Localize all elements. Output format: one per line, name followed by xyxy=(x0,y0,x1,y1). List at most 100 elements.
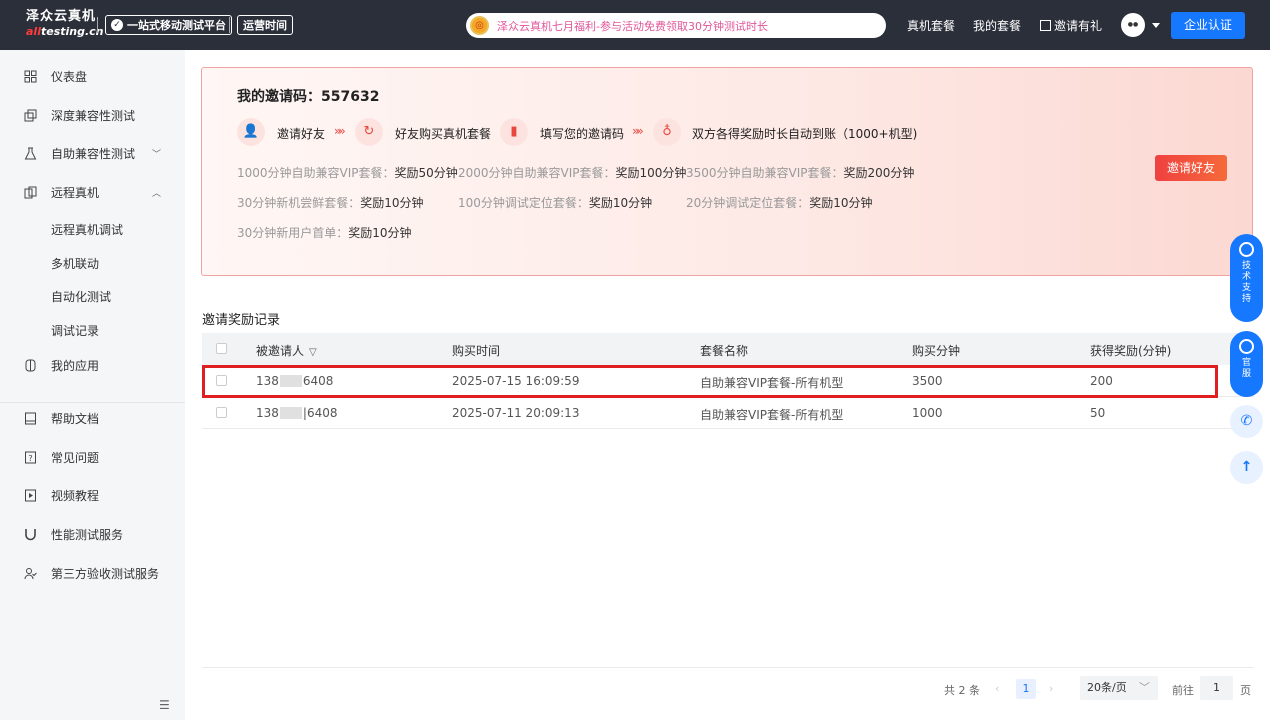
column-header: 购买时间 xyxy=(452,344,501,358)
reward-item: 2000分钟自助兼容VIP套餐：奖励100分钟 xyxy=(458,166,687,180)
page-size-select[interactable]: 20条/页 ﹀ xyxy=(1080,676,1158,700)
row-checkbox[interactable] xyxy=(216,407,227,418)
package-name: 自助兼容VIP套餐-所有机型 xyxy=(700,408,844,422)
reward-item: 3500分钟自助兼容VIP套餐：奖励200分钟 xyxy=(686,166,915,180)
goto-label: 前往 xyxy=(1172,684,1194,697)
prev-page-icon[interactable]: ‹ xyxy=(995,682,999,695)
column-header: 购买分钟 xyxy=(912,344,961,358)
sidebar-item-my-apps[interactable]: 我的应用 xyxy=(0,350,185,380)
chevron-down-icon[interactable] xyxy=(1152,23,1160,28)
svg-text:?: ? xyxy=(28,454,32,463)
layers-icon xyxy=(24,109,37,121)
money-bag-icon: ♁ xyxy=(653,118,681,146)
magnet-icon xyxy=(25,528,36,540)
flask-icon xyxy=(24,147,37,159)
goto-page-input[interactable]: 1 xyxy=(1200,676,1233,700)
table-row[interactable]: 138 |6408 2025-07-11 20:09:13 自助兼容VIP套餐-所… xyxy=(202,397,1254,429)
reward-item: 1000分钟自助兼容VIP套餐：奖励50分钟 xyxy=(237,166,458,180)
step-invite: 邀请好友 xyxy=(277,127,326,141)
invite-code: 我的邀请码：557632 xyxy=(237,89,380,105)
gift-icon xyxy=(1040,20,1051,31)
nav-my-plans[interactable]: 我的套餐 xyxy=(973,17,1021,34)
back-to-top-icon[interactable]: ↑ xyxy=(1230,451,1263,484)
sidebar-item-help-docs[interactable]: 帮助文档 xyxy=(0,403,185,433)
invite-banner: 我的邀请码：557632 👤 邀请好友 »» ↻ 好友购买真机套餐 ▮ 填写您的… xyxy=(201,67,1253,276)
page-unit: 页 xyxy=(1240,684,1251,697)
invitee-phone: 138 |6408 xyxy=(256,406,338,420)
tech-support-label: 技术支持 xyxy=(1241,261,1251,304)
user-check-icon xyxy=(24,567,37,579)
sidebar-item-label: 自助兼容性测试 xyxy=(51,146,136,161)
dashboard-icon xyxy=(24,70,37,82)
sidebar-item-label: 视频教程 xyxy=(51,488,100,503)
select-all-checkbox[interactable] xyxy=(216,343,227,354)
official-label: 官服 xyxy=(1241,358,1251,379)
sidebar-subitem-automation[interactable]: 自动化测试 xyxy=(51,288,111,305)
chevron-up-icon: ︿ xyxy=(152,188,162,199)
next-page-icon[interactable]: › xyxy=(1049,682,1053,695)
sidebar-item-label: 帮助文档 xyxy=(51,411,100,426)
pagination-divider xyxy=(202,667,1254,668)
logo[interactable]: 泽众云真机 alltesting.cn xyxy=(26,9,104,39)
masked-digits xyxy=(279,407,302,419)
sidebar-subitem-remote-debug[interactable]: 远程真机调试 xyxy=(51,221,123,238)
refresh-icon: ↻ xyxy=(355,118,383,146)
sidebar-item-deep-compat[interactable]: 深度兼容性测试 xyxy=(0,100,185,130)
question-icon: ? xyxy=(25,451,36,463)
reward-item: 30分钟新机尝鲜套餐：奖励10分钟 xyxy=(237,196,424,210)
filter-icon[interactable]: ▽ xyxy=(309,347,317,358)
sidebar-item-dashboard[interactable]: 仪表盘 xyxy=(0,61,185,91)
divider xyxy=(97,17,98,33)
sidebar-item-label: 深度兼容性测试 xyxy=(51,108,136,123)
table-header: 被邀请人 ▽ 购买时间 套餐名称 购买分钟 获得奖励(分钟) xyxy=(202,333,1254,365)
chevron-down-icon: ﹀ xyxy=(152,149,162,160)
sidebar: 仪表盘 深度兼容性测试 自助兼容性测试 ﹀ 远程真机 ︿ 远程真机调试 多机联动… xyxy=(0,50,185,720)
sidebar-item-video[interactable]: 视频教程 xyxy=(0,480,185,510)
sidebar-item-performance[interactable]: 性能测试服务 xyxy=(0,519,185,549)
sidebar-subitem-debug-log[interactable]: 调试记录 xyxy=(51,322,99,339)
nav-device-plans[interactable]: 真机套餐 xyxy=(907,17,955,34)
official-service-button[interactable]: 官服 xyxy=(1230,331,1263,397)
phone-call-icon[interactable]: ✆ xyxy=(1230,405,1263,438)
chevron-down-icon: ﹀ xyxy=(1139,681,1150,694)
check-icon: ✓ xyxy=(111,19,123,31)
purchase-minutes: 1000 xyxy=(912,406,943,420)
sidebar-item-self-compat[interactable]: 自助兼容性测试 ﹀ xyxy=(0,138,185,168)
platform-tag: ✓ 一站式移动测试平台 xyxy=(105,15,232,35)
announcement-bar[interactable]: ◎ 泽众云真机七月福利-参与活动免费领取30分钟测试时长 xyxy=(466,13,886,38)
sidebar-item-faq[interactable]: ? 常见问题 xyxy=(0,442,185,472)
device-icon xyxy=(24,186,37,198)
page-number[interactable]: 1 xyxy=(1016,679,1036,699)
avatar[interactable]: ●● xyxy=(1121,13,1145,37)
invite-friend-button[interactable]: 邀请好友 xyxy=(1155,155,1227,181)
highlight-box xyxy=(202,365,1218,398)
column-header: 套餐名称 xyxy=(700,344,749,358)
sidebar-item-remote-device[interactable]: 远程真机 ︿ xyxy=(0,177,185,207)
sidebar-item-acceptance[interactable]: 第三方验收测试服务 xyxy=(0,558,185,588)
tech-support-button[interactable]: 技术支持 xyxy=(1230,234,1263,322)
double-arrow-icon: »» xyxy=(334,124,346,138)
divider xyxy=(229,17,230,33)
pagination-total: 共 2 条 xyxy=(944,684,980,697)
step-reward: 双方各得奖励时长自动到账（1000+机型) xyxy=(692,127,918,141)
step-fill-code: 填写您的邀请码 xyxy=(540,127,625,141)
sidebar-item-label: 性能测试服务 xyxy=(51,527,124,542)
add-user-icon: 👤 xyxy=(237,118,265,146)
sidebar-subitem-multi-device[interactable]: 多机联动 xyxy=(51,255,99,272)
nav-invite[interactable]: 邀请有礼 xyxy=(1040,17,1102,34)
enterprise-cert-button[interactable]: 企业认证 xyxy=(1171,12,1245,39)
sidebar-item-label: 远程真机 xyxy=(51,185,100,200)
top-bar: 泽众云真机 alltesting.cn ✓ 一站式移动测试平台 运营时间 ◎ 泽众… xyxy=(0,0,1270,50)
collapse-sidebar-icon[interactable]: ☰ xyxy=(159,698,170,712)
column-header: 被邀请人 ▽ xyxy=(256,344,317,358)
hours-tag[interactable]: 运营时间 xyxy=(237,15,293,35)
book-icon xyxy=(25,412,36,424)
video-icon xyxy=(25,489,36,501)
headset-icon xyxy=(1239,242,1254,257)
brand-domain: alltesting.cn xyxy=(26,25,104,38)
purchase-time: 2025-07-11 20:09:13 xyxy=(452,406,580,420)
records-title: 邀请奖励记录 xyxy=(202,313,281,328)
step-purchase: 好友购买真机套餐 xyxy=(395,127,492,141)
wechat-icon xyxy=(1239,339,1254,354)
reward-item: 100分钟调试定位套餐：奖励10分钟 xyxy=(458,196,653,210)
